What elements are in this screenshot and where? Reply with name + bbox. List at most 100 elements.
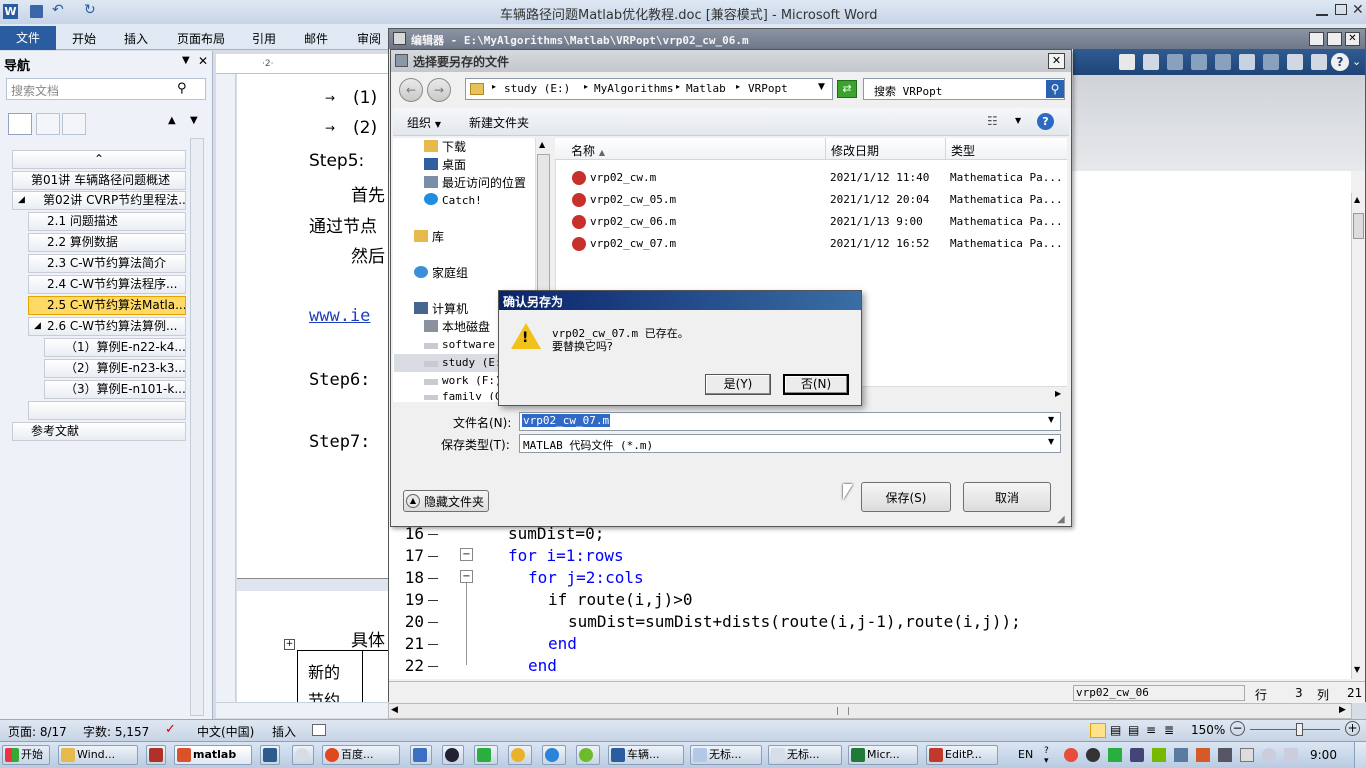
taskbar-item-paint[interactable]: 无标...: [768, 745, 842, 765]
resize-grip-icon[interactable]: ◢: [1057, 514, 1065, 525]
table-move-handle-icon[interactable]: +: [284, 639, 295, 650]
scroll-up-icon[interactable]: ▲: [539, 140, 545, 149]
toolbar-undo-icon[interactable]: [1239, 54, 1255, 70]
breakpoint-marker[interactable]: [428, 578, 438, 579]
volume-icon[interactable]: [1196, 748, 1210, 762]
breakpoint-marker[interactable]: [428, 556, 438, 557]
editor-vscroll[interactable]: ▲ ▼: [1351, 193, 1365, 679]
view-options-icon[interactable]: ☷: [987, 114, 998, 128]
tree-item-homegroup[interactable]: 家庭组: [414, 264, 468, 282]
nav-item[interactable]: （2）算例E-n23-k3...: [44, 359, 186, 378]
tree-item-recent[interactable]: 最近访问的位置: [424, 174, 526, 192]
nav-collapse-button[interactable]: ⌃: [12, 150, 186, 169]
taskbar-item-wechat[interactable]: [474, 745, 498, 765]
status-words[interactable]: 字数: 5,157: [83, 723, 149, 740]
tab-home[interactable]: 开始: [72, 28, 96, 50]
hide-folders-button[interactable]: ▲ 隐藏文件夹: [403, 490, 489, 512]
nav-item[interactable]: 2.3 C-W节约算法简介: [28, 254, 186, 273]
code-line[interactable]: if route(i,j)>0: [548, 589, 693, 611]
view-print-layout-icon[interactable]: [1090, 723, 1106, 738]
toolbar-paste-icon[interactable]: [1215, 54, 1231, 70]
nav-menu-icon[interactable]: ▼: [182, 55, 190, 66]
help-icon[interactable]: ?: [1037, 113, 1054, 130]
column-type[interactable]: 类型: [951, 142, 975, 159]
nav-item[interactable]: 2.2 算例数据: [28, 233, 186, 252]
toolbar-find-icon[interactable]: [1119, 54, 1135, 70]
taskbar-item-globe[interactable]: [442, 745, 464, 765]
taskbar-item-matlab[interactable]: matlab: [174, 745, 252, 765]
nav-item[interactable]: （1）算例E-n22-k4...: [44, 338, 186, 357]
macro-icon[interactable]: [312, 724, 326, 736]
cancel-button[interactable]: 取消: [963, 482, 1051, 512]
tab-insert[interactable]: 插入: [124, 28, 148, 50]
filetype-select[interactable]: MATLAB 代码文件 (*.m) ▼: [519, 434, 1061, 453]
breakpoint-marker[interactable]: [428, 666, 438, 667]
editor-maximize-button[interactable]: [1327, 32, 1342, 46]
word-icon[interactable]: W: [3, 4, 18, 19]
scroll-up-icon[interactable]: ▲: [1354, 195, 1360, 204]
breadcrumb-item[interactable]: study (E:): [504, 82, 570, 95]
address-dropdown-icon[interactable]: ▼: [818, 82, 825, 92]
taskbar-item-app[interactable]: [146, 745, 166, 765]
tree-item-local-disk[interactable]: 本地磁盘: [424, 318, 490, 336]
nav-scrollbar[interactable]: [190, 138, 204, 716]
scroll-left-icon[interactable]: ◀: [391, 705, 398, 715]
column-divider[interactable]: [825, 138, 826, 160]
tab-mailings[interactable]: 邮件: [304, 28, 328, 50]
hscroll-thumb[interactable]: [837, 707, 849, 715]
toolbar-copy-icon[interactable]: [1191, 54, 1207, 70]
expand-icon[interactable]: ◢: [34, 321, 41, 331]
taskbar-item-excel[interactable]: Micr...: [848, 745, 918, 765]
zoom-slider-thumb[interactable]: [1296, 723, 1303, 736]
zoom-in-icon[interactable]: +: [1345, 721, 1360, 736]
toolbar-switch-icon[interactable]: [1287, 54, 1303, 70]
code-line[interactable]: for j=2:cols: [528, 567, 644, 589]
breadcrumb-item[interactable]: VRPopt: [748, 82, 788, 95]
proofing-icon[interactable]: ✓: [165, 722, 176, 737]
tree-item-catch[interactable]: Catch!: [424, 192, 482, 210]
scroll-thumb[interactable]: [1353, 213, 1364, 239]
taskbar-item-chart-app[interactable]: [260, 745, 280, 765]
view-web-icon[interactable]: ▤: [1128, 723, 1139, 737]
code-line[interactable]: end: [528, 655, 557, 677]
tree-item-libraries[interactable]: 库: [414, 228, 444, 246]
editor-minimize-button[interactable]: [1309, 32, 1324, 46]
start-button[interactable]: 开始: [2, 745, 50, 765]
search-icon[interactable]: ⚲: [177, 81, 187, 96]
view-reading-icon[interactable]: ▤: [1110, 723, 1121, 737]
show-desktop-button[interactable]: [1354, 742, 1366, 768]
input-language[interactable]: EN: [1018, 748, 1033, 761]
tree-item-family[interactable]: family (G: [424, 388, 502, 400]
nav-item[interactable]: 2.4 C-W节约算法程序...: [28, 275, 186, 294]
nav-search-input[interactable]: 搜索文档 ⚲: [6, 78, 206, 100]
tree-item-study[interactable]: study (E:: [424, 354, 502, 372]
breadcrumb-item[interactable]: Matlab: [686, 82, 726, 95]
taskbar-item-editplus[interactable]: EditP...: [926, 745, 998, 765]
nav-item[interactable]: （3）算例E-n101-k...: [44, 380, 186, 399]
toolbar-layout-icon[interactable]: [1311, 54, 1327, 70]
nav-item[interactable]: 第01讲 车辆路径问题概述: [12, 171, 186, 190]
expand-toolbar-icon[interactable]: ⌄: [1352, 55, 1361, 68]
doc-link[interactable]: www.ie: [309, 306, 370, 326]
code-line[interactable]: for i=1:rows: [508, 545, 624, 567]
tree-item-software[interactable]: software: [424, 336, 495, 354]
nav-view-headings-icon[interactable]: [8, 113, 32, 135]
file-row[interactable]: vrp02_cw.m 2021/1/12 11:40 Mathematica P…: [570, 170, 1063, 188]
refresh-button[interactable]: ⇄: [837, 80, 857, 98]
breakpoint-marker[interactable]: [428, 600, 438, 601]
column-name[interactable]: 名称 ▲: [571, 142, 821, 159]
tray-app-icon[interactable]: [1064, 748, 1078, 762]
zoom-slider[interactable]: [1250, 729, 1340, 730]
nav-view-pages-icon[interactable]: [36, 113, 60, 135]
tray-help-icon[interactable]: ? ▾: [1044, 746, 1049, 766]
undo-icon[interactable]: ↶: [52, 2, 64, 18]
taskbar-item-player[interactable]: [576, 745, 600, 765]
tray-nvidia-icon[interactable]: [1152, 748, 1166, 762]
tray-clipboard-icon[interactable]: [1240, 748, 1254, 762]
breakpoint-marker[interactable]: [428, 622, 438, 623]
redo-icon[interactable]: ↻: [84, 2, 96, 18]
view-outline-icon[interactable]: ≡: [1146, 723, 1156, 737]
tray-app-icon[interactable]: [1218, 748, 1232, 762]
tray-qq-icon[interactable]: [1086, 748, 1100, 762]
tray-app-icon[interactable]: [1130, 748, 1144, 762]
